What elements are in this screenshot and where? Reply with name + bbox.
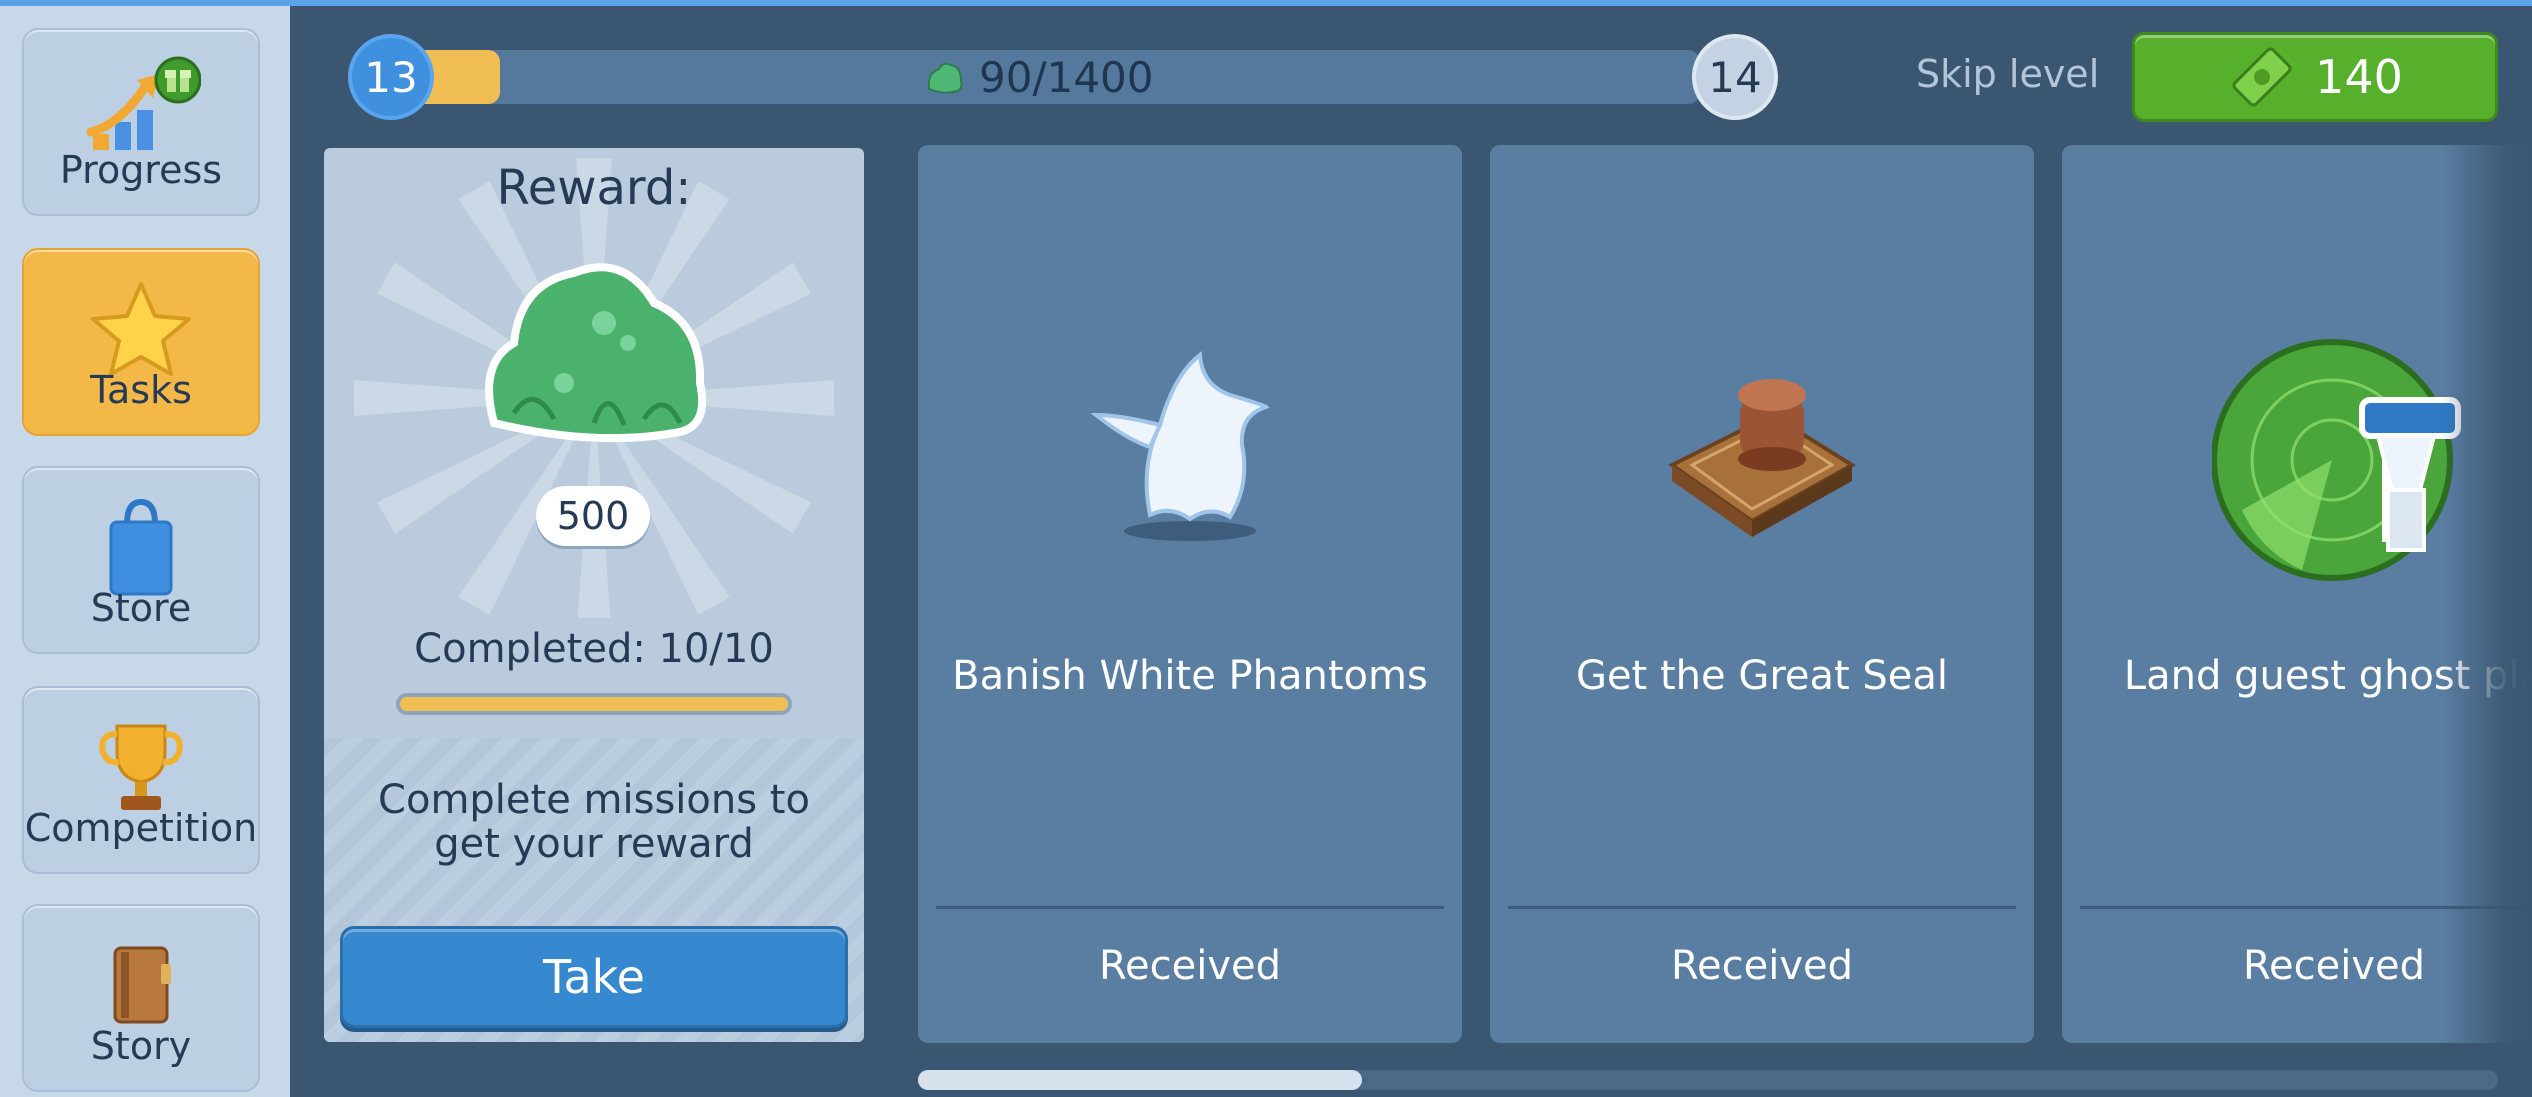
slime-icon bbox=[927, 62, 963, 94]
current-level-badge: 13 bbox=[348, 34, 434, 120]
slime-reward-icon bbox=[485, 263, 707, 443]
skip-cost: 140 bbox=[2315, 50, 2403, 104]
sidebar-item-label: Tasks bbox=[90, 368, 192, 412]
sidebar-item-label: Competition bbox=[24, 806, 258, 850]
completed-text: Completed: 10/10 bbox=[414, 626, 774, 672]
task-card-banish-phantoms[interactable]: Banish White Phantoms Received bbox=[918, 145, 1462, 1043]
reward-panel: Reward: 500 Completed: 10/10 Complete mi… bbox=[324, 148, 864, 1042]
task-divider bbox=[1508, 906, 2016, 909]
cash-icon bbox=[2232, 47, 2292, 107]
seal-stamp-icon bbox=[1668, 379, 1856, 537]
skip-level-button[interactable]: 140 bbox=[2132, 32, 2498, 122]
ghost-icon bbox=[1090, 351, 1270, 541]
level-progress-text: 90/1400 bbox=[925, 48, 1153, 106]
reward-title: Reward: bbox=[496, 160, 692, 216]
task-title: Get the Great Seal bbox=[1575, 653, 1949, 699]
sidebar-item-progress[interactable]: Progress bbox=[22, 28, 260, 216]
horizontal-scrollbar-thumb[interactable] bbox=[918, 1070, 1362, 1090]
sidebar-item-tasks[interactable]: Tasks bbox=[22, 248, 260, 436]
next-level-badge: 14 bbox=[1692, 34, 1778, 120]
completed-progress-track bbox=[396, 693, 792, 715]
take-button[interactable]: Take bbox=[340, 926, 848, 1028]
task-status: Received bbox=[1671, 943, 1853, 989]
radar-tower-icon bbox=[2212, 339, 2461, 581]
task-title: Banish White Phantoms bbox=[952, 653, 1428, 699]
scroll-fade-edge bbox=[2442, 140, 2532, 1050]
sidebar-item-label: Progress bbox=[59, 148, 223, 192]
sidebar-item-competition[interactable]: Competition bbox=[22, 686, 260, 874]
skip-level-label: Skip level bbox=[1916, 52, 2100, 96]
sidebar-item-label: Store bbox=[90, 586, 192, 630]
top-strip bbox=[0, 0, 2532, 6]
sidebar-item-label: Story bbox=[90, 1024, 192, 1068]
task-status: Received bbox=[1099, 943, 1281, 989]
task-divider bbox=[936, 906, 1444, 909]
reward-amount-badge: 500 bbox=[536, 486, 650, 546]
task-card-great-seal[interactable]: Get the Great Seal Received bbox=[1490, 145, 2034, 1043]
tasks-list: Banish White Phantoms Received Get the G… bbox=[880, 145, 2532, 1045]
progress-value: 90/1400 bbox=[979, 52, 1154, 102]
sidebar-item-story[interactable]: Story bbox=[22, 904, 260, 1092]
reward-description: Complete missions to get your reward bbox=[378, 777, 810, 867]
completed-progress-fill bbox=[400, 697, 788, 711]
sidebar-item-store[interactable]: Store bbox=[22, 466, 260, 654]
sidebar: Progress Tasks Store Competition Story bbox=[0, 6, 290, 1097]
